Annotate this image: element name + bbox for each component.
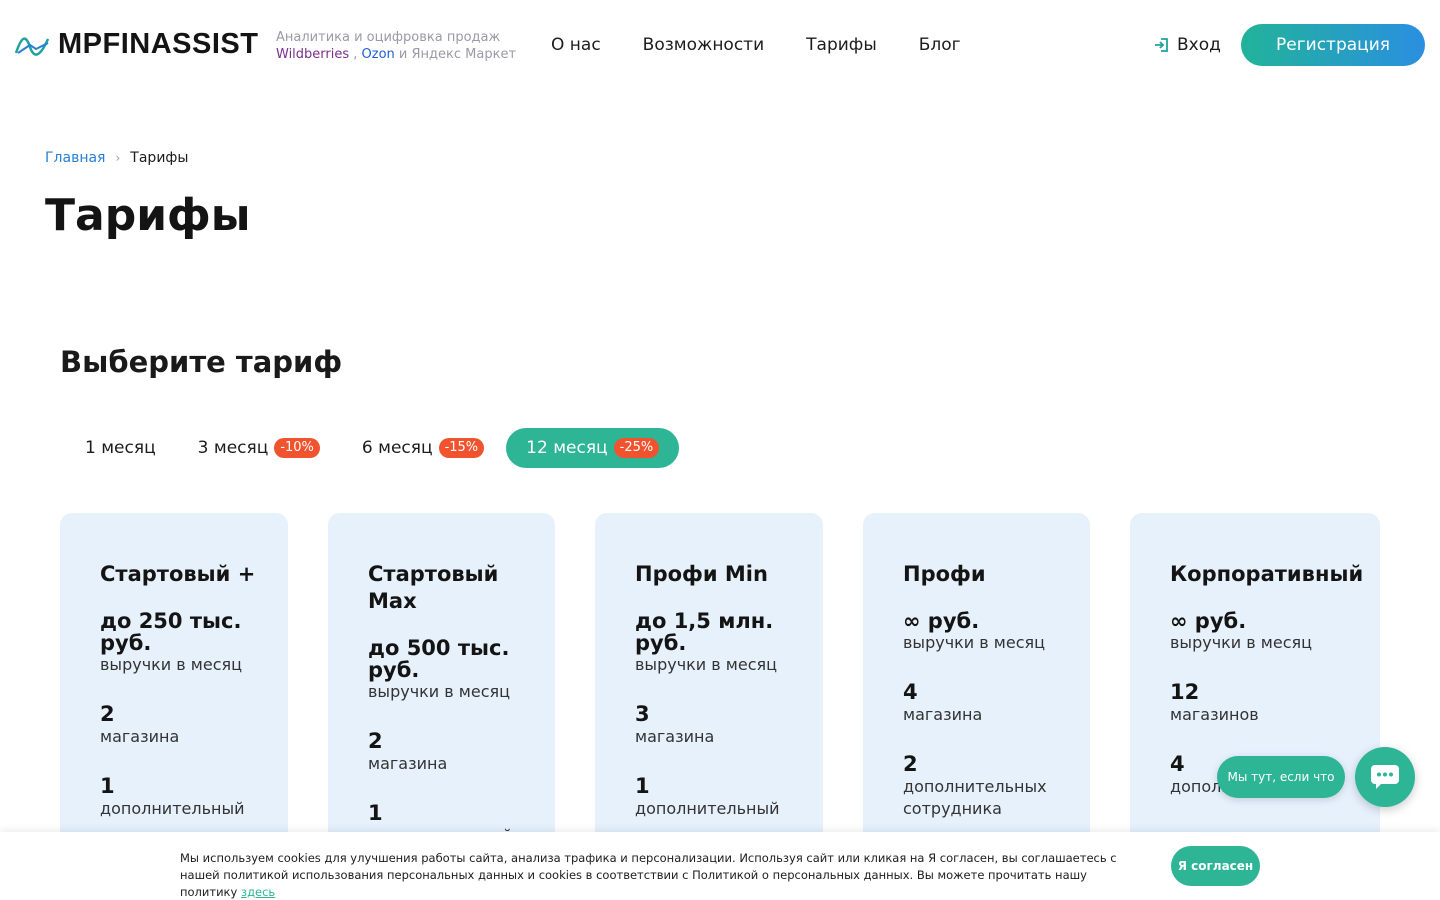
plan-stores-count: 2 — [100, 702, 115, 726]
plan-name: Стартовый + — [100, 562, 256, 586]
section-title: Выберите тариф — [60, 345, 343, 379]
tagline: Аналитика и оцифровка продаж Wildberries… — [276, 29, 516, 63]
discount-badge: -15% — [438, 438, 485, 458]
plan-employees-label: дополнительный — [100, 799, 245, 818]
plan-employees-count: 2 — [903, 752, 918, 776]
login-link[interactable]: Вход — [1153, 35, 1221, 55]
plan-stores-label: магазина — [903, 705, 983, 724]
logo-text: MPFINASSIST — [58, 28, 259, 60]
plan-stores-count: 3 — [635, 702, 650, 726]
plan-employees-count: 1 — [100, 774, 115, 798]
plan-name: Профи — [903, 562, 986, 586]
plan-card-starter-max: Стартовый Max до 500 тыс. руб. выручки в… — [328, 513, 555, 853]
cookie-banner: Мы используем cookies для улучшения рабо… — [0, 832, 1440, 900]
plan-employees-count: 1 — [368, 801, 383, 825]
chat-dots-icon — [1371, 765, 1399, 789]
site-header: MPFINASSIST Аналитика и оцифровка продаж… — [0, 0, 1440, 90]
tab-6-months[interactable]: 6 месяц -15% — [342, 428, 504, 468]
plan-card-corporate: Корпоративный ∞ руб. выручки в месяц 12 … — [1130, 513, 1380, 853]
discount-badge: -25% — [613, 438, 660, 458]
plan-revenue-limit: до 1,5 млн. руб. — [635, 609, 774, 655]
logo-wave-icon — [14, 37, 50, 56]
cookie-accept-button[interactable]: Я согласен — [1171, 846, 1260, 886]
plan-name: Профи Min — [635, 562, 768, 586]
plan-stores-label: магазина — [635, 727, 715, 746]
plan-stores-label: магазина — [368, 754, 448, 773]
nav-item-blog[interactable]: Блог — [919, 35, 961, 55]
logo[interactable]: MPFINASSIST — [14, 28, 258, 61]
tab-label: 12 месяц — [526, 438, 608, 458]
plan-stores-count: 2 — [368, 729, 383, 753]
plan-card-pro: Профи ∞ руб. выручки в месяц 4 магазина … — [863, 513, 1090, 853]
breadcrumb-current: Тарифы — [130, 150, 189, 166]
plan-stores-count: 12 — [1170, 680, 1200, 704]
plan-revenue-limit: ∞ руб. — [903, 609, 980, 633]
main-nav: О нас Возможности Тарифы Блог — [551, 35, 1003, 55]
plan-card-pro-min: Профи Min до 1,5 млн. руб. выручки в мес… — [595, 513, 823, 853]
plan-revenue-limit: ∞ руб. — [1170, 609, 1247, 633]
plan-stores-count: 4 — [903, 680, 918, 704]
plan-revenue-label: выручки в месяц — [903, 633, 1046, 652]
breadcrumb-home[interactable]: Главная — [45, 150, 105, 166]
tab-label: 6 месяц — [361, 438, 433, 458]
tagline-rest: и Яндекс Маркет — [394, 47, 517, 62]
plan-revenue-limit: до 500 тыс. руб. — [368, 636, 510, 682]
breadcrumb: Главная › Тарифы — [45, 150, 188, 166]
nav-item-features[interactable]: Возможности — [643, 35, 764, 55]
breadcrumb-separator-icon: › — [115, 151, 121, 165]
nav-item-about[interactable]: О нас — [551, 35, 601, 55]
plan-stores-label: магазина — [100, 727, 180, 746]
chat-open-button[interactable] — [1355, 747, 1415, 807]
plan-revenue-limit: до 250 тыс. руб. — [100, 609, 242, 655]
plan-employees-count: 1 — [635, 774, 650, 798]
plan-revenue-label: выручки в месяц — [635, 655, 778, 674]
plan-stores-label: магазинов — [1170, 705, 1259, 724]
tagline-wildberries: Wildberries — [276, 47, 350, 62]
plan-name: Стартовый Max — [368, 562, 499, 613]
tagline-ozon: Ozon — [361, 47, 395, 62]
period-tabs: 1 месяц 3 месяц -10% 6 месяц -15% 12 мес… — [65, 428, 681, 468]
plan-card-starter-plus: Стартовый + до 250 тыс. руб. выручки в м… — [60, 513, 288, 853]
login-label: Вход — [1177, 35, 1221, 55]
chat-greeting-bubble[interactable]: Мы тут, если что — [1217, 756, 1345, 798]
page-title: Тарифы — [45, 190, 251, 241]
tab-1-month[interactable]: 1 месяц — [65, 428, 176, 468]
nav-item-pricing[interactable]: Тарифы — [806, 35, 877, 55]
plan-name: Корпоративный — [1170, 562, 1364, 586]
login-icon — [1155, 38, 1168, 52]
tagline-sep: , — [349, 47, 362, 62]
plan-revenue-label: выручки в месяц — [1170, 633, 1313, 652]
tagline-line2: Wildberries , Ozon и Яндекс Маркет — [276, 46, 516, 63]
tab-label: 1 месяц — [85, 438, 156, 458]
tab-label: 3 месяц — [197, 438, 269, 458]
plan-employees-label: дополнительных сотрудника — [903, 777, 1047, 818]
register-button[interactable]: Регистрация — [1241, 24, 1425, 66]
cookie-policy-link[interactable]: здесь — [241, 885, 275, 899]
plan-employees-label: дополнительный — [635, 799, 780, 818]
cookie-text: Мы используем cookies для улучшения рабо… — [180, 850, 1140, 900]
plan-revenue-label: выручки в месяц — [368, 682, 511, 701]
tab-12-months[interactable]: 12 месяц -25% — [506, 428, 680, 468]
tab-3-months[interactable]: 3 месяц -10% — [178, 428, 340, 468]
cookie-message: Мы используем cookies для улучшения рабо… — [180, 851, 1117, 899]
tagline-line1: Аналитика и оцифровка продаж — [276, 30, 501, 45]
plan-revenue-label: выручки в месяц — [100, 655, 243, 674]
discount-badge: -10% — [274, 438, 320, 458]
